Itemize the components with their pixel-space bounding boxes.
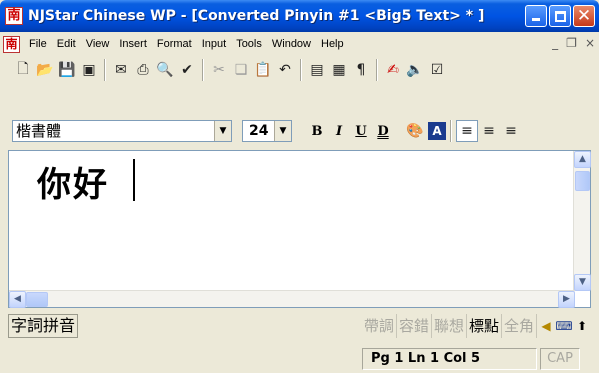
toolbar-separator (300, 59, 302, 81)
doc-restore-button[interactable]: ❐ (566, 36, 577, 50)
maximize-button[interactable] (549, 5, 571, 27)
minimize-icon (532, 18, 540, 21)
menu-view[interactable]: View (81, 34, 115, 54)
menu-insert[interactable]: Insert (114, 34, 152, 54)
palette-icon[interactable]: 🎨 (404, 120, 426, 142)
format-toolbar: 楷書體 ▼ 24 ▼ B I U D 🎨 A ≡ ≡ ≡ (0, 116, 599, 146)
vertical-scroll-thumb[interactable] (575, 171, 590, 191)
title-bar: 南 NJStar Chinese WP - [Converted Pinyin … (0, 0, 599, 32)
status-bar: Pg 1 Ln 1 Col 5 CAP (0, 345, 599, 373)
input-method-bar: 字詞拼音 帶調 容錯 聯想 標點 全角 ◀ ⌨ ⬆ (8, 312, 591, 340)
scroll-up-icon[interactable]: ▲ (574, 151, 591, 168)
font-size-value: 24 (249, 123, 269, 139)
document-menu-icon[interactable]: 南 (3, 35, 20, 53)
horizontal-scrollbar[interactable]: ◀ ▶ (9, 290, 575, 308)
toolbar-separator (450, 120, 452, 142)
print-icon[interactable]: ⎙ (132, 59, 154, 81)
font-name-select[interactable]: 楷書體 ▼ (12, 120, 232, 142)
close-button[interactable]: ✕ (573, 5, 595, 27)
font-name-value: 楷書體 (16, 122, 62, 140)
toolbar-separator (376, 59, 378, 81)
chevron-down-icon[interactable]: ▼ (274, 121, 291, 141)
scroll-right-icon[interactable]: ▶ (558, 291, 575, 308)
document-editor[interactable]: 你好 ▲ ▼ ◀ ▶ (8, 150, 591, 308)
mail-icon[interactable]: ✉ (110, 59, 132, 81)
ime-option-punctuation[interactable]: 標點 (467, 314, 502, 338)
ime-option-association[interactable]: 聯想 (432, 314, 467, 338)
ime-option-fullwidth[interactable]: 全角 (502, 314, 537, 338)
pilcrow-icon[interactable]: ¶ (350, 59, 372, 81)
italic-button[interactable]: I (328, 124, 350, 139)
char-grid-icon[interactable]: ▦ (328, 59, 350, 81)
toolbar-separator (202, 59, 204, 81)
double-underline-button[interactable]: D (372, 124, 394, 139)
standard-toolbar: 🗋 📂 💾 ▣ ✉ ⎙ 🔍 ✔ ✂ ❏ 📋 ↶ ▤ ▦ ¶ ✍ 🔈 ☑ (0, 56, 599, 84)
cursor-position: Pg 1 Ln 1 Col 5 (362, 348, 537, 370)
vertical-scrollbar[interactable]: ▲ ▼ (573, 151, 591, 291)
menu-file[interactable]: File (24, 34, 52, 54)
document-text[interactable]: 你好 (37, 157, 109, 206)
horizontal-scroll-thumb[interactable] (26, 292, 48, 307)
ime-option-fuzzy[interactable]: 容錯 (397, 314, 432, 338)
menu-window[interactable]: Window (267, 34, 316, 54)
speaker-icon[interactable]: 🔈 (404, 59, 426, 81)
maximize-icon (555, 11, 566, 22)
menu-bar: 南 File Edit View Insert Format Input Too… (0, 34, 599, 54)
menu-format[interactable]: Format (152, 34, 197, 54)
scroll-down-icon[interactable]: ▼ (574, 274, 591, 291)
underline-button[interactable]: U (350, 124, 372, 139)
chevron-down-icon[interactable]: ▼ (214, 121, 231, 141)
close-icon: ✕ (576, 6, 592, 26)
options-icon[interactable]: ☑ (426, 59, 448, 81)
arrow-up-icon[interactable]: ⬆ (573, 315, 591, 337)
input-mode-button[interactable]: 字詞拼音 (8, 314, 79, 338)
text-caret (133, 159, 135, 201)
app-logo-icon[interactable]: 南 (5, 7, 23, 25)
menu-input[interactable]: Input (197, 34, 231, 54)
scroll-left-icon[interactable]: ◀ (9, 291, 26, 308)
spell-check-icon[interactable]: ✔ (176, 59, 198, 81)
keyboard-icon[interactable]: ⌨ (555, 315, 573, 337)
toolbar-separator (104, 59, 106, 81)
align-left-icon[interactable]: ≡ (456, 120, 478, 142)
copy-icon[interactable]: ❏ (230, 59, 252, 81)
stroke-icon[interactable]: ✍ (382, 59, 404, 81)
ime-speaker-icon[interactable]: ◀ (537, 315, 555, 337)
menu-edit[interactable]: Edit (52, 34, 81, 54)
caps-lock-indicator: CAP (540, 348, 580, 370)
align-center-icon[interactable]: ≡ (478, 120, 500, 142)
save-all-icon[interactable]: ▣ (78, 59, 100, 81)
menu-help[interactable]: Help (316, 34, 349, 54)
print-preview-icon[interactable]: 🔍 (154, 59, 176, 81)
bold-button[interactable]: B (306, 124, 328, 139)
font-size-select[interactable]: 24 ▼ (242, 120, 292, 142)
minimize-button[interactable] (525, 5, 547, 27)
undo-icon[interactable]: ↶ (274, 59, 296, 81)
window-title: NJStar Chinese WP - [Converted Pinyin #1… (28, 8, 485, 24)
open-folder-icon[interactable]: 📂 (34, 59, 56, 81)
highlight-button[interactable]: A (428, 122, 446, 140)
document-view-icon[interactable]: ▤ (306, 59, 328, 81)
doc-close-button[interactable]: × (585, 36, 595, 50)
doc-minimize-button[interactable]: _ (552, 36, 558, 50)
align-right-icon[interactable]: ≡ (500, 120, 522, 142)
save-icon[interactable]: 💾 (56, 59, 78, 81)
new-file-icon[interactable]: 🗋 (12, 59, 34, 81)
ime-option-tone[interactable]: 帶調 (362, 314, 397, 338)
paste-icon[interactable]: 📋 (252, 59, 274, 81)
menu-tools[interactable]: Tools (231, 34, 267, 54)
cut-icon[interactable]: ✂ (208, 59, 230, 81)
